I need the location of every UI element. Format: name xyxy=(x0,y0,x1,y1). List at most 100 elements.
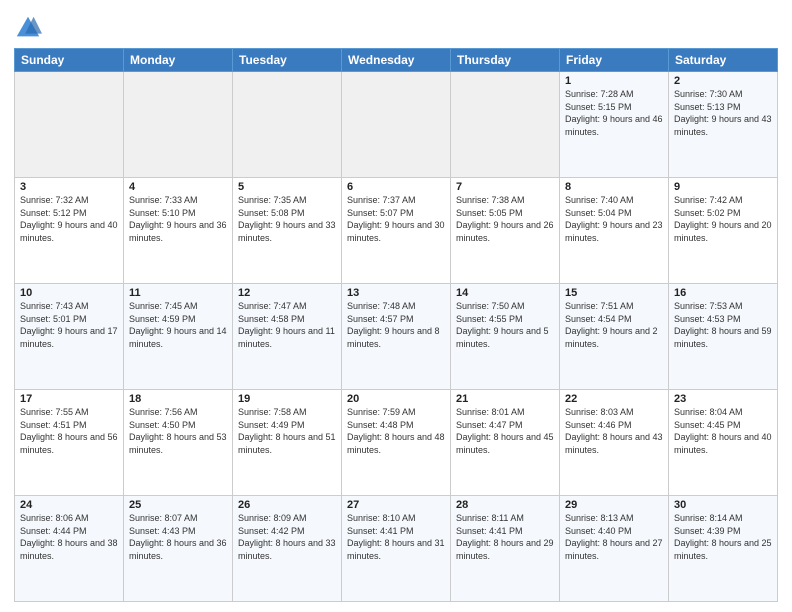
day-info: Sunrise: 7:35 AM Sunset: 5:08 PM Dayligh… xyxy=(238,194,336,244)
day-number: 18 xyxy=(129,393,227,405)
calendar-day-header: Monday xyxy=(124,49,233,72)
calendar-day-cell: 13Sunrise: 7:48 AM Sunset: 4:57 PM Dayli… xyxy=(342,284,451,390)
day-number: 13 xyxy=(347,287,445,299)
calendar-day-cell: 26Sunrise: 8:09 AM Sunset: 4:42 PM Dayli… xyxy=(233,496,342,602)
calendar-day-header: Saturday xyxy=(669,49,778,72)
day-info: Sunrise: 7:32 AM Sunset: 5:12 PM Dayligh… xyxy=(20,194,118,244)
day-number: 7 xyxy=(456,181,554,193)
day-info: Sunrise: 7:38 AM Sunset: 5:05 PM Dayligh… xyxy=(456,194,554,244)
day-info: Sunrise: 7:45 AM Sunset: 4:59 PM Dayligh… xyxy=(129,300,227,350)
calendar-day-cell xyxy=(342,72,451,178)
calendar-day-cell: 24Sunrise: 8:06 AM Sunset: 4:44 PM Dayli… xyxy=(15,496,124,602)
day-info: Sunrise: 7:33 AM Sunset: 5:10 PM Dayligh… xyxy=(129,194,227,244)
day-info: Sunrise: 8:06 AM Sunset: 4:44 PM Dayligh… xyxy=(20,512,118,562)
calendar-day-cell: 14Sunrise: 7:50 AM Sunset: 4:55 PM Dayli… xyxy=(451,284,560,390)
day-number: 2 xyxy=(674,75,772,87)
calendar-day-cell xyxy=(451,72,560,178)
day-number: 27 xyxy=(347,499,445,511)
day-info: Sunrise: 7:53 AM Sunset: 4:53 PM Dayligh… xyxy=(674,300,772,350)
day-info: Sunrise: 8:03 AM Sunset: 4:46 PM Dayligh… xyxy=(565,406,663,456)
day-info: Sunrise: 7:42 AM Sunset: 5:02 PM Dayligh… xyxy=(674,194,772,244)
calendar-day-cell: 11Sunrise: 7:45 AM Sunset: 4:59 PM Dayli… xyxy=(124,284,233,390)
day-info: Sunrise: 7:55 AM Sunset: 4:51 PM Dayligh… xyxy=(20,406,118,456)
calendar-day-cell: 28Sunrise: 8:11 AM Sunset: 4:41 PM Dayli… xyxy=(451,496,560,602)
day-number: 1 xyxy=(565,75,663,87)
calendar-day-cell: 2Sunrise: 7:30 AM Sunset: 5:13 PM Daylig… xyxy=(669,72,778,178)
calendar-day-cell xyxy=(233,72,342,178)
calendar-day-cell: 3Sunrise: 7:32 AM Sunset: 5:12 PM Daylig… xyxy=(15,178,124,284)
calendar-day-cell: 19Sunrise: 7:58 AM Sunset: 4:49 PM Dayli… xyxy=(233,390,342,496)
day-number: 20 xyxy=(347,393,445,405)
day-number: 19 xyxy=(238,393,336,405)
calendar-week-row: 10Sunrise: 7:43 AM Sunset: 5:01 PM Dayli… xyxy=(15,284,778,390)
calendar-day-header: Sunday xyxy=(15,49,124,72)
page-container: SundayMondayTuesdayWednesdayThursdayFrid… xyxy=(0,0,792,612)
calendar-day-cell: 25Sunrise: 8:07 AM Sunset: 4:43 PM Dayli… xyxy=(124,496,233,602)
day-info: Sunrise: 8:04 AM Sunset: 4:45 PM Dayligh… xyxy=(674,406,772,456)
calendar-day-header: Friday xyxy=(560,49,669,72)
calendar-day-header: Tuesday xyxy=(233,49,342,72)
calendar-day-cell: 10Sunrise: 7:43 AM Sunset: 5:01 PM Dayli… xyxy=(15,284,124,390)
day-info: Sunrise: 7:47 AM Sunset: 4:58 PM Dayligh… xyxy=(238,300,336,350)
day-number: 14 xyxy=(456,287,554,299)
calendar-day-cell: 17Sunrise: 7:55 AM Sunset: 4:51 PM Dayli… xyxy=(15,390,124,496)
day-number: 17 xyxy=(20,393,118,405)
calendar-day-cell: 29Sunrise: 8:13 AM Sunset: 4:40 PM Dayli… xyxy=(560,496,669,602)
day-number: 4 xyxy=(129,181,227,193)
day-number: 29 xyxy=(565,499,663,511)
day-info: Sunrise: 7:50 AM Sunset: 4:55 PM Dayligh… xyxy=(456,300,554,350)
calendar-day-cell: 23Sunrise: 8:04 AM Sunset: 4:45 PM Dayli… xyxy=(669,390,778,496)
day-info: Sunrise: 8:13 AM Sunset: 4:40 PM Dayligh… xyxy=(565,512,663,562)
calendar-day-header: Wednesday xyxy=(342,49,451,72)
day-number: 8 xyxy=(565,181,663,193)
calendar-day-cell: 21Sunrise: 8:01 AM Sunset: 4:47 PM Dayli… xyxy=(451,390,560,496)
day-info: Sunrise: 8:09 AM Sunset: 4:42 PM Dayligh… xyxy=(238,512,336,562)
day-number: 11 xyxy=(129,287,227,299)
calendar-day-cell: 16Sunrise: 7:53 AM Sunset: 4:53 PM Dayli… xyxy=(669,284,778,390)
calendar-day-cell xyxy=(15,72,124,178)
day-number: 10 xyxy=(20,287,118,299)
day-info: Sunrise: 7:43 AM Sunset: 5:01 PM Dayligh… xyxy=(20,300,118,350)
day-info: Sunrise: 7:56 AM Sunset: 4:50 PM Dayligh… xyxy=(129,406,227,456)
day-number: 3 xyxy=(20,181,118,193)
day-info: Sunrise: 7:48 AM Sunset: 4:57 PM Dayligh… xyxy=(347,300,445,350)
day-number: 25 xyxy=(129,499,227,511)
calendar-day-cell: 27Sunrise: 8:10 AM Sunset: 4:41 PM Dayli… xyxy=(342,496,451,602)
calendar-day-cell: 30Sunrise: 8:14 AM Sunset: 4:39 PM Dayli… xyxy=(669,496,778,602)
day-info: Sunrise: 8:01 AM Sunset: 4:47 PM Dayligh… xyxy=(456,406,554,456)
calendar-day-cell: 15Sunrise: 7:51 AM Sunset: 4:54 PM Dayli… xyxy=(560,284,669,390)
calendar-day-cell: 6Sunrise: 7:37 AM Sunset: 5:07 PM Daylig… xyxy=(342,178,451,284)
day-info: Sunrise: 8:14 AM Sunset: 4:39 PM Dayligh… xyxy=(674,512,772,562)
day-number: 5 xyxy=(238,181,336,193)
day-info: Sunrise: 7:58 AM Sunset: 4:49 PM Dayligh… xyxy=(238,406,336,456)
calendar-week-row: 3Sunrise: 7:32 AM Sunset: 5:12 PM Daylig… xyxy=(15,178,778,284)
calendar-day-cell: 4Sunrise: 7:33 AM Sunset: 5:10 PM Daylig… xyxy=(124,178,233,284)
calendar-week-row: 24Sunrise: 8:06 AM Sunset: 4:44 PM Dayli… xyxy=(15,496,778,602)
day-info: Sunrise: 7:59 AM Sunset: 4:48 PM Dayligh… xyxy=(347,406,445,456)
day-number: 9 xyxy=(674,181,772,193)
day-info: Sunrise: 7:30 AM Sunset: 5:13 PM Dayligh… xyxy=(674,88,772,138)
logo-icon xyxy=(14,14,42,42)
day-info: Sunrise: 8:07 AM Sunset: 4:43 PM Dayligh… xyxy=(129,512,227,562)
day-info: Sunrise: 8:10 AM Sunset: 4:41 PM Dayligh… xyxy=(347,512,445,562)
calendar-day-cell: 22Sunrise: 8:03 AM Sunset: 4:46 PM Dayli… xyxy=(560,390,669,496)
calendar-day-cell: 18Sunrise: 7:56 AM Sunset: 4:50 PM Dayli… xyxy=(124,390,233,496)
calendar-table: SundayMondayTuesdayWednesdayThursdayFrid… xyxy=(14,48,778,602)
day-number: 21 xyxy=(456,393,554,405)
day-number: 16 xyxy=(674,287,772,299)
calendar-day-header: Thursday xyxy=(451,49,560,72)
day-info: Sunrise: 7:40 AM Sunset: 5:04 PM Dayligh… xyxy=(565,194,663,244)
day-info: Sunrise: 7:28 AM Sunset: 5:15 PM Dayligh… xyxy=(565,88,663,138)
calendar-day-cell: 20Sunrise: 7:59 AM Sunset: 4:48 PM Dayli… xyxy=(342,390,451,496)
day-number: 26 xyxy=(238,499,336,511)
day-number: 12 xyxy=(238,287,336,299)
calendar-day-cell: 8Sunrise: 7:40 AM Sunset: 5:04 PM Daylig… xyxy=(560,178,669,284)
logo xyxy=(14,14,44,42)
page-header xyxy=(14,10,778,42)
day-number: 24 xyxy=(20,499,118,511)
calendar-header-row: SundayMondayTuesdayWednesdayThursdayFrid… xyxy=(15,49,778,72)
calendar-day-cell: 7Sunrise: 7:38 AM Sunset: 5:05 PM Daylig… xyxy=(451,178,560,284)
day-info: Sunrise: 7:51 AM Sunset: 4:54 PM Dayligh… xyxy=(565,300,663,350)
calendar-day-cell: 1Sunrise: 7:28 AM Sunset: 5:15 PM Daylig… xyxy=(560,72,669,178)
calendar-day-cell: 5Sunrise: 7:35 AM Sunset: 5:08 PM Daylig… xyxy=(233,178,342,284)
